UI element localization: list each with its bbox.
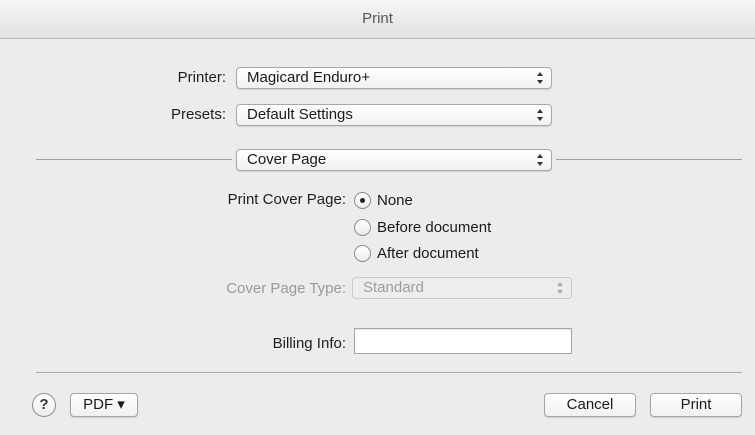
cover-page-type-label: Cover Page Type:: [226, 280, 346, 297]
help-icon: ?: [39, 396, 49, 413]
cover-page-type-select: Standard: [352, 277, 572, 299]
radio-none-label: None: [377, 192, 413, 209]
cancel-button[interactable]: Cancel: [544, 393, 636, 417]
updown-arrows-icon: [537, 72, 543, 84]
billing-info-field[interactable]: [354, 328, 572, 354]
updown-arrows-icon: [537, 109, 543, 121]
section-divider-right: [556, 159, 742, 160]
help-button[interactable]: ?: [32, 393, 56, 417]
section-divider-left: [36, 159, 232, 160]
panel-select[interactable]: Cover Page: [236, 149, 552, 171]
cover-page-type-value: Standard: [363, 279, 424, 296]
updown-arrows-icon: [557, 282, 563, 294]
radio-button[interactable]: [354, 245, 371, 262]
printer-select-value: Magicard Enduro+: [247, 69, 370, 86]
dialog-title: Print: [0, 0, 755, 39]
printer-label: Printer:: [177, 69, 226, 86]
print-cover-page-label: Print Cover Page:: [227, 191, 346, 208]
updown-arrows-icon: [537, 154, 543, 166]
pdf-menu-button[interactable]: PDF ▾: [70, 393, 138, 417]
panel-select-value: Cover Page: [247, 151, 327, 168]
presets-label: Presets:: [170, 106, 226, 123]
pdf-menu-label: PDF ▾: [83, 396, 125, 413]
radio-after-document-label: After document: [377, 245, 479, 262]
footer-divider: [36, 372, 742, 373]
print-button-label: Print: [680, 396, 712, 413]
radio-button[interactable]: [354, 219, 371, 236]
presets-select-value: Default Settings: [247, 106, 353, 123]
radio-before-document-label: Before document: [377, 219, 492, 236]
billing-info-label: Billing Info:: [272, 335, 346, 352]
radio-button[interactable]: [354, 192, 371, 209]
presets-select[interactable]: Default Settings: [236, 104, 552, 126]
printer-select[interactable]: Magicard Enduro+: [236, 67, 552, 89]
print-button[interactable]: Print: [650, 393, 742, 417]
cancel-button-label: Cancel: [566, 396, 614, 413]
radio-selected-dot: [360, 198, 365, 203]
